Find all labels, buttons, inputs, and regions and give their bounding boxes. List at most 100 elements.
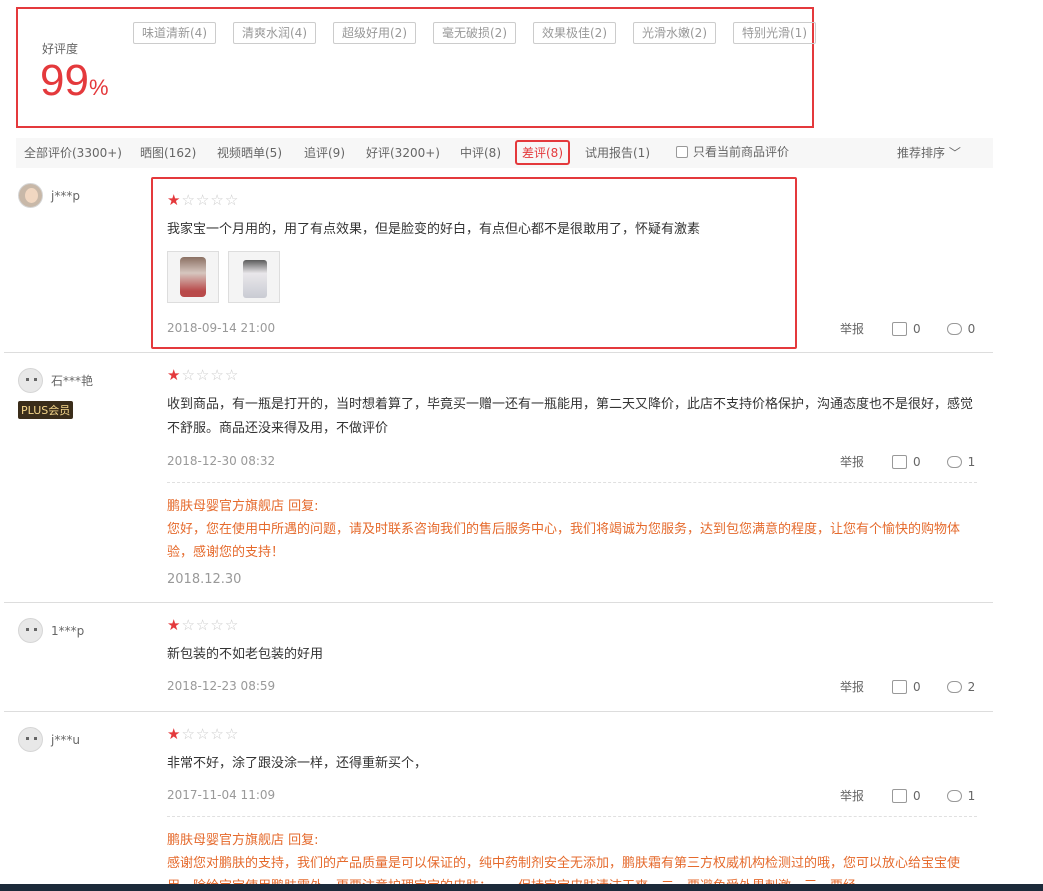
comment-icon[interactable] [946, 322, 962, 335]
report-link[interactable]: 举报 [840, 453, 864, 470]
positive-rate-unit: % [88, 75, 109, 100]
impression-tag[interactable]: 特别光滑(1) [733, 22, 816, 44]
star-rating: ★ ☆ ☆ ☆ ☆ [167, 727, 239, 742]
review-date: 2017-11-04 11:09 [167, 788, 276, 802]
filter-followup[interactable]: 追评(9) [304, 144, 345, 161]
review-date: 2018-12-23 08:59 [167, 679, 276, 693]
positive-rate-value: 99 [40, 56, 89, 105]
star-rating: ★ ☆ ☆ ☆ ☆ [167, 618, 239, 633]
taskbar [0, 884, 1043, 891]
impression-tags: 味道清新(4) 清爽水润(4) 超级好用(2) 毫无破损(2) 效果极佳(2) … [133, 22, 833, 44]
star-icon: ☆ [224, 725, 239, 743]
reply-title: 鹏肤母婴官方旗舰店 回复: [167, 499, 319, 514]
star-rating: ★ ☆ ☆ ☆ ☆ [167, 368, 239, 383]
only-current-label: 只看当前商品评价 [693, 145, 790, 159]
review-user: j***p [18, 183, 80, 208]
review-image[interactable] [228, 251, 280, 303]
star-icon: ☆ [210, 366, 224, 384]
comment-icon[interactable] [946, 455, 962, 468]
reply-count: 1 [967, 788, 976, 803]
review-actions: 举报 0 0 [840, 320, 975, 337]
reply-date: 2018.12.30 [167, 572, 242, 587]
sort-label: 推荐排序 [897, 146, 946, 160]
thumbs-up-icon[interactable] [892, 788, 908, 803]
review-user: j***u [18, 727, 80, 752]
star-icon: ☆ [224, 366, 239, 384]
avatar [18, 368, 43, 393]
filter-trial-report[interactable]: 试用报告(1) [585, 144, 650, 161]
filter-positive[interactable]: 好评(3200+) [366, 144, 440, 161]
impression-tag[interactable]: 光滑水嫩(2) [633, 22, 716, 44]
impression-tag[interactable]: 清爽水润(4) [233, 22, 316, 44]
review-content: 我家宝一个月用的，用了有点效果，但是脸变的好白，有点但心都不是很敢用了，怀疑有激… [167, 222, 701, 237]
review-images [167, 251, 289, 303]
filter-video[interactable]: 视频晒单(5) [217, 144, 282, 161]
like-count: 0 [913, 788, 921, 803]
review-content: 收到商品，有一瓶是打开的，当时想着算了，毕竟买一赠一还有一瓶能用，第二天又降价，… [167, 397, 974, 436]
comment-icon[interactable] [946, 789, 962, 802]
star-icon: ☆ [195, 191, 210, 209]
comment-icon[interactable] [946, 680, 962, 693]
star-icon: ★ [167, 725, 181, 743]
only-current-checkbox[interactable] [676, 145, 688, 158]
avatar [18, 618, 43, 643]
seller-reply: 鹏肤母婴官方旗舰店 回复: 您好，您在使用中所遇的问题，请及时联系咨询我们的售后… [167, 482, 977, 591]
filter-negative[interactable]: 差评(8) [515, 140, 570, 165]
star-icon: ☆ [195, 616, 210, 634]
like-count: 0 [913, 321, 921, 336]
review-item: j***u ★ ☆ ☆ ☆ ☆ 非常不好，涂了跟没涂一样，还得重新买个， 2017-11… [4, 712, 993, 891]
impression-tag[interactable]: 效果极佳(2) [533, 22, 616, 44]
filter-all[interactable]: 全部评价(3300+) [24, 144, 122, 161]
star-icon: ★ [167, 366, 181, 384]
review-user: 1***p [18, 618, 84, 643]
review-item: 1***p ★ ☆ ☆ ☆ ☆ 新包装的不如老包装的好用 2018-12-23 08:5… [4, 603, 993, 712]
impression-tag[interactable]: 味道清新(4) [133, 22, 216, 44]
thumbs-up-icon[interactable] [892, 679, 908, 694]
review-date: 2018-12-30 08:32 [167, 454, 276, 468]
review-actions: 举报 0 2 [840, 678, 975, 695]
plus-member-badge: PLUS会员 [18, 401, 74, 419]
report-link[interactable]: 举报 [840, 678, 864, 695]
review-content: 新包装的不如老包装的好用 [167, 647, 324, 662]
username: 1***p [51, 623, 85, 638]
star-icon: ★ [167, 191, 181, 209]
review-user: 石***艳 [18, 368, 93, 393]
reply-count: 0 [967, 321, 976, 336]
review-date: 2018-09-14 21:00 [167, 321, 276, 335]
star-icon: ☆ [181, 366, 195, 384]
review-image[interactable] [167, 251, 219, 303]
like-count: 0 [913, 679, 921, 694]
avatar [18, 727, 43, 752]
star-icon: ☆ [195, 725, 210, 743]
star-icon: ☆ [181, 616, 195, 634]
review-filter-bar: 全部评价(3300+) 晒图(162) 视频晒单(5) 追评(9) 好评(320… [16, 138, 993, 168]
impression-tag[interactable]: 超级好用(2) [333, 22, 416, 44]
star-icon: ☆ [210, 616, 224, 634]
rating-summary-highlight: 好评度 99% 味道清新(4) 清爽水润(4) 超级好用(2) 毫无破损(2) … [16, 7, 816, 128]
chevron-down-icon: ﹀ [948, 146, 961, 160]
avatar [18, 183, 43, 208]
star-icon: ☆ [224, 616, 239, 634]
reply-text: 您好，您在使用中所遇的问题，请及时联系咨询我们的售后服务中心，我们将竭诚为您服务… [167, 522, 961, 560]
report-link[interactable]: 举报 [840, 787, 864, 804]
filter-neutral[interactable]: 中评(8) [460, 144, 501, 161]
star-icon: ★ [167, 616, 181, 634]
positive-rate: 99% [40, 55, 109, 107]
reply-count: 1 [967, 454, 976, 469]
review-actions: 举报 0 1 [840, 453, 975, 470]
filter-photos[interactable]: 晒图(162) [140, 144, 196, 161]
only-current-product-toggle[interactable]: 只看当前商品评价 [676, 143, 789, 160]
impression-tag[interactable]: 毫无破损(2) [433, 22, 516, 44]
like-count: 0 [913, 454, 921, 469]
review-item: 石***艳 PLUS会员 ★ ☆ ☆ ☆ ☆ 收到商品，有一瓶是打开的，当时想着算了，毕… [4, 353, 993, 603]
sort-dropdown[interactable]: 推荐排序 ﹀ [897, 144, 961, 161]
thumbs-up-icon[interactable] [892, 454, 908, 469]
star-icon: ☆ [210, 725, 224, 743]
star-icon: ☆ [195, 366, 210, 384]
thumbs-up-icon[interactable] [892, 321, 908, 336]
review-item: j***p ★ ☆ ☆ ☆ ☆ 我家宝一个月用的，用了有点效果，但是脸变的好白，有点但心… [4, 168, 993, 353]
report-link[interactable]: 举报 [840, 320, 864, 337]
seller-reply: 鹏肤母婴官方旗舰店 回复: 感谢您对鹏肤的支持，我们的产品质量是可以保证的，纯中… [167, 816, 977, 891]
review-actions: 举报 0 1 [840, 787, 975, 804]
star-rating: ★ ☆ ☆ ☆ ☆ [167, 193, 239, 208]
